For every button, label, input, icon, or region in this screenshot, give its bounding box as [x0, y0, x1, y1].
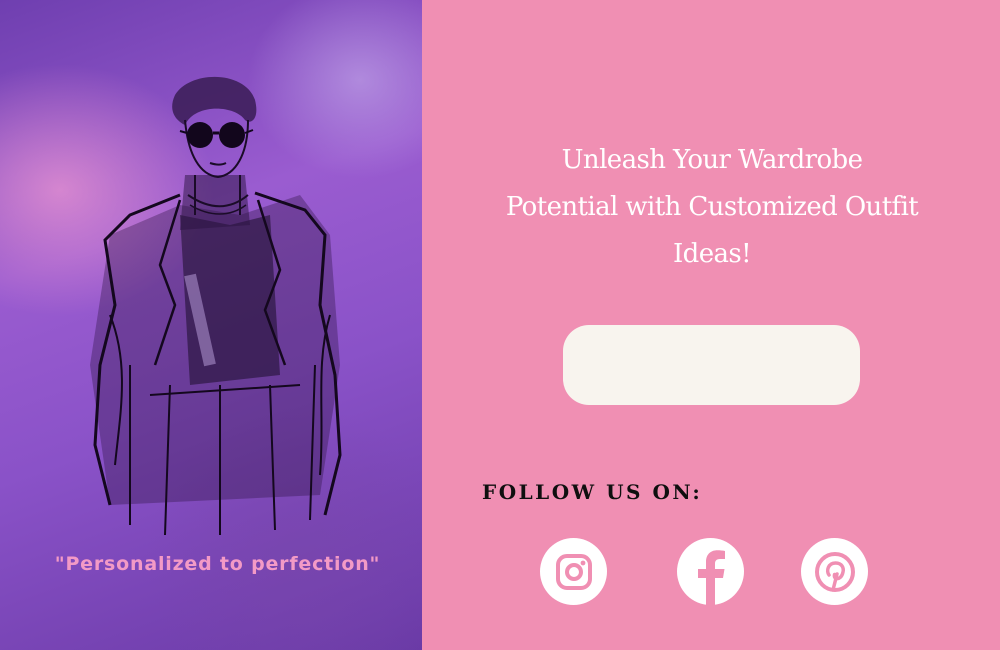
- tagline: "Personalized to perfection": [54, 553, 381, 575]
- facebook-button[interactable]: [677, 538, 744, 605]
- instagram-button[interactable]: [540, 538, 607, 605]
- left-panel: "Personalized to perfection": [0, 0, 422, 650]
- facebook-icon: [698, 550, 725, 605]
- cta-button[interactable]: [563, 325, 860, 405]
- instagram-icon: [555, 553, 592, 590]
- pinterest-icon: [814, 551, 855, 592]
- pinterest-button[interactable]: [801, 538, 868, 605]
- fashion-illustration: [90, 76, 342, 536]
- headline: Unleash Your Wardrobe Potential with Cus…: [505, 145, 919, 269]
- follow-us-label: FOLLOW US ON:: [482, 480, 703, 504]
- right-panel: Unleash Your Wardrobe Potential with Cus…: [422, 0, 1000, 650]
